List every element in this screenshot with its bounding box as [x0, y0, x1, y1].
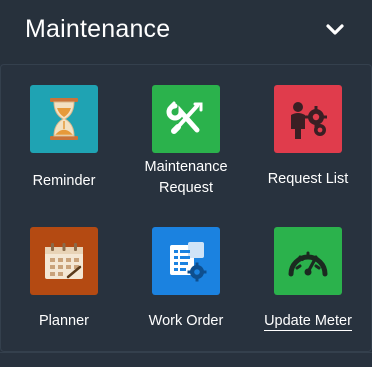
gauge-icon [288, 251, 328, 277]
maintenance-panel: Maintenance Reminder Maintenance Request… [0, 0, 372, 367]
work-order-icon-box [152, 227, 220, 295]
planner-icon-box [30, 227, 98, 295]
tile-request-list-label: Request List [267, 171, 349, 187]
calendar-icon [45, 243, 83, 279]
tile-reminder[interactable]: Reminder [6, 85, 122, 215]
tile-work-order-label: Work Order [148, 313, 224, 329]
tile-planner-label: Planner [39, 313, 89, 329]
tile-maintenance-request-label: Maintenance Request [144, 159, 228, 196]
maintenance-request-icon-box [152, 85, 220, 153]
tile-planner[interactable]: Planner [6, 227, 122, 357]
tile-update-meter[interactable]: Update Meter [250, 227, 366, 357]
hourglass-icon [50, 98, 78, 140]
reminder-icon-box [30, 85, 98, 153]
wrench-screwdriver-icon [166, 101, 203, 134]
footer-divider [0, 352, 372, 353]
tile-work-order[interactable]: Work Order [128, 227, 244, 357]
work-order-icon [170, 242, 207, 282]
chevron-down-icon[interactable] [325, 22, 345, 38]
tile-update-meter-label: Update Meter [264, 313, 352, 331]
tile-maintenance-request[interactable]: Maintenance Request [128, 85, 244, 215]
person-gears-icon [291, 102, 327, 139]
tile-reminder-label: Reminder [32, 173, 96, 189]
module-grid: Reminder Maintenance Request Request Lis… [0, 64, 372, 352]
tile-request-list[interactable]: Request List [250, 85, 366, 215]
panel-header[interactable]: Maintenance [0, 0, 372, 64]
panel-title: Maintenance [25, 15, 171, 43]
request-list-icon-box [274, 85, 342, 153]
update-meter-icon-box [274, 227, 342, 295]
